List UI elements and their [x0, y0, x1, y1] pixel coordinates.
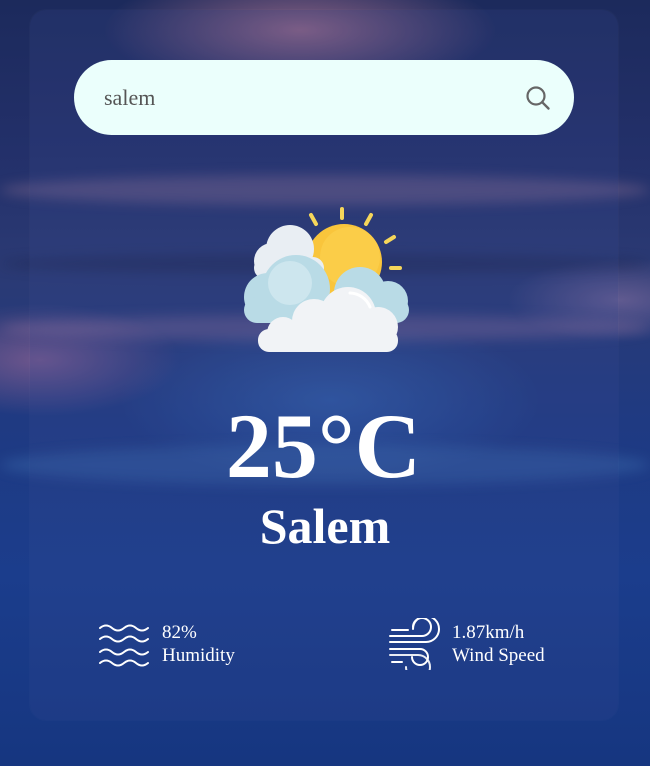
wind-icon: [389, 618, 440, 670]
partly-cloudy-sun-icon: [244, 207, 409, 352]
humidity-label: Humidity: [162, 645, 235, 666]
wind-speed-label: Wind Speed: [452, 645, 545, 666]
search-bar: [74, 60, 574, 135]
temperature: 25°C: [225, 395, 422, 497]
city-name: Salem: [259, 498, 391, 554]
wind-speed-value: 1.87km/h: [452, 622, 525, 643]
humidity-value: 82%: [162, 622, 197, 643]
humidity-waves-icon: [99, 624, 149, 667]
search-input[interactable]: [104, 78, 504, 118]
search-icon: [526, 86, 550, 110]
wind-detail: 1.87km/h Wind Speed: [388, 618, 545, 670]
humidity-detail: 82% Humidity: [98, 618, 235, 670]
search-button[interactable]: [518, 78, 558, 118]
